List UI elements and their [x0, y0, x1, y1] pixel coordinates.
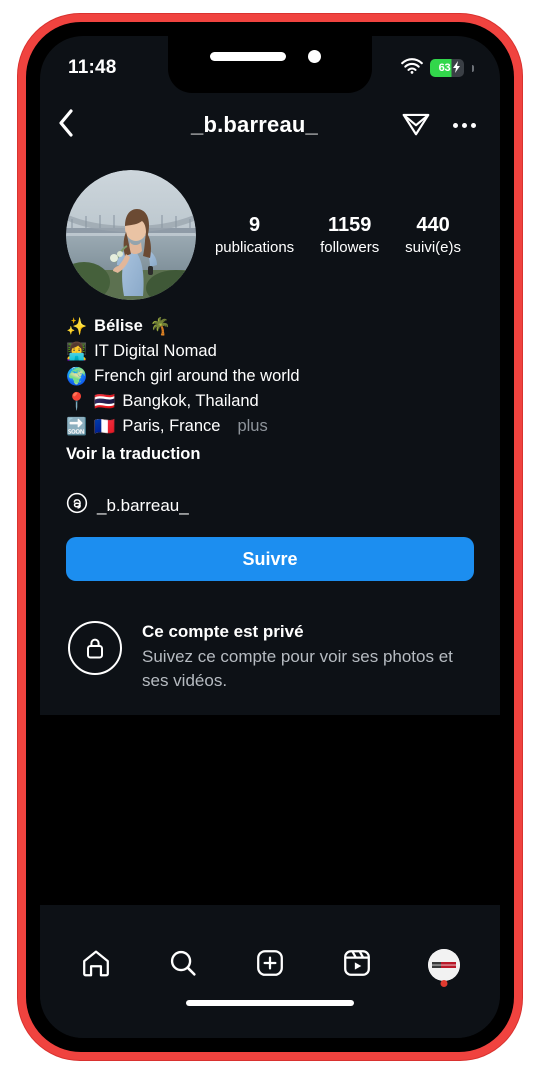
nav-reels[interactable] [329, 937, 385, 993]
reels-icon [342, 948, 372, 983]
battery-level-label: 63 [438, 62, 451, 74]
avatar-image [66, 170, 196, 300]
bio-more-link[interactable]: plus [237, 414, 267, 439]
stat-label: suivi(e)s [405, 238, 462, 256]
avatar[interactable] [66, 170, 196, 300]
stat-value: 440 [416, 213, 450, 236]
phone-frame: 11:48 63 _b.barreau_ 9 publications 1159… [18, 14, 522, 1060]
bio-line: 🌍 French girl around the world [66, 364, 474, 389]
battery-charging-icon [453, 60, 461, 76]
stat-label: followers [320, 238, 380, 256]
add-post-icon [255, 948, 285, 983]
pin-icon: 📍 [66, 392, 88, 411]
bio-line: 👩‍💻 IT Digital Nomad [66, 339, 474, 364]
threads-handle: _b.barreau_ [97, 495, 189, 515]
bio-text: Paris, France [122, 417, 221, 435]
thailand-flag-icon: 🇹🇭 [94, 392, 116, 411]
bottom-nav-items [40, 930, 500, 1000]
screenshot-stage: 11:48 63 _b.barreau_ 9 publications 1159… [0, 0, 540, 1072]
stat-followers[interactable]: 1159 followers [320, 213, 379, 258]
nav-profile[interactable] [416, 937, 472, 993]
notification-badge [440, 980, 448, 987]
profile-bio: ✨ Bélise 🌴 👩‍💻 IT Digital Nomad 🌍 French [40, 300, 500, 439]
stat-value: 1159 [327, 213, 372, 236]
bio-line: 📍 🇹🇭 Bangkok, Thailand [66, 389, 474, 414]
profile-scroll-area[interactable]: _b.barreau_ 9 publications 1159 follower… [40, 94, 500, 1038]
follow-button[interactable]: Suivre [66, 537, 474, 581]
palm-tree-icon: 🌴 [149, 317, 171, 336]
profile-header: 9 publications 1159 followers 440 suivi(… [40, 156, 500, 300]
instagram-app: 11:48 63 _b.barreau_ 9 publications 1159… [40, 36, 500, 1038]
page-title: _b.barreau_ [191, 112, 318, 137]
earpiece-speaker [210, 52, 286, 61]
see-translation-link[interactable]: Voir la traduction [40, 439, 500, 464]
private-notice-text: Ce compte est privé Suivez ce compte pou… [142, 617, 472, 693]
home-indicator[interactable] [186, 1000, 354, 1006]
bio-text: IT Digital Nomad [94, 342, 217, 360]
nav-create[interactable] [242, 937, 298, 993]
phone-bezel: 11:48 63 _b.barreau_ 9 publications 1159… [26, 22, 514, 1052]
status-time: 11:48 [68, 57, 117, 78]
profile-avatar-icon [428, 949, 461, 981]
posts-grid-placeholder [40, 714, 500, 905]
sparkles-icon: ✨ [66, 317, 88, 336]
stat-label: publications [214, 238, 295, 256]
stat-value: 9 [249, 213, 261, 236]
bio-line: 🔜 🇫🇷 Paris, France plus [66, 414, 474, 439]
status-indicators: 63 [401, 52, 474, 79]
stat-following[interactable]: 440 suivi(e)s [405, 213, 461, 258]
globe-icon: 🌍 [66, 367, 88, 386]
app-header: _b.barreau_ [40, 94, 500, 156]
woman-technologist-icon: 👩‍💻 [66, 342, 88, 361]
notch [168, 36, 372, 93]
lock-icon [68, 621, 122, 675]
nav-search[interactable] [155, 937, 211, 993]
bio-text: French girl around the world [94, 367, 300, 385]
nav-home[interactable] [68, 937, 124, 993]
home-icon [81, 948, 111, 983]
private-notice-title: Ce compte est privé [142, 622, 304, 641]
chevron-left-icon [58, 108, 74, 142]
threads-icon [66, 492, 88, 519]
phone-screen: 11:48 63 _b.barreau_ 9 publications 1159… [40, 36, 500, 1038]
france-flag-icon: 🇫🇷 [94, 417, 116, 436]
private-notice-subtitle: Suivez ce compte pour voir ses photos et… [142, 646, 453, 690]
search-icon [168, 948, 198, 983]
threads-badge[interactable]: _b.barreau_ [40, 464, 500, 519]
bio-display-name: Bélise [94, 317, 143, 335]
more-options-icon[interactable] [451, 115, 478, 136]
bio-line: ✨ Bélise 🌴 [66, 314, 474, 339]
header-actions [401, 108, 478, 143]
battery-indicator: 63 [430, 59, 464, 77]
bio-text: Bangkok, Thailand [122, 392, 259, 410]
front-camera-icon [308, 50, 321, 63]
profile-stats: 9 publications 1159 followers 440 suivi(… [196, 213, 474, 258]
stat-publications[interactable]: 9 publications [215, 213, 294, 258]
wifi-icon [401, 57, 423, 79]
battery-cap [472, 64, 474, 72]
paper-plane-icon[interactable] [401, 108, 431, 143]
back-button[interactable] [58, 108, 100, 142]
soon-arrow-icon: 🔜 [66, 417, 88, 436]
private-account-notice: Ce compte est privé Suivez ce compte pou… [40, 581, 500, 693]
bottom-navigation [40, 930, 500, 1038]
home-indicator-area [40, 1000, 500, 1038]
follow-button-container: Suivre [40, 519, 500, 581]
